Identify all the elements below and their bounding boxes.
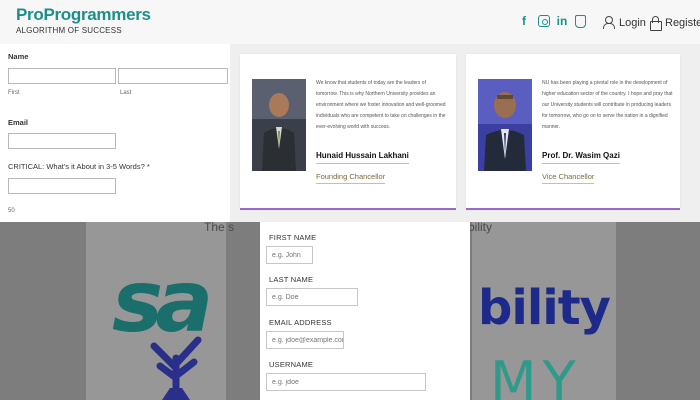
leader-quote: We know that students of today are the l… <box>316 80 446 130</box>
email-field[interactable] <box>8 133 116 149</box>
name-label: Name <box>8 52 29 61</box>
leader-quote: NU has been playing a pivotal role in th… <box>542 80 673 130</box>
leader-role: Vice Chancellor <box>542 172 595 184</box>
first-name-field[interactable] <box>8 68 116 84</box>
last-name-input[interactable] <box>266 288 358 306</box>
register-link[interactable]: Register <box>650 16 700 31</box>
lock-icon <box>650 16 662 31</box>
badge-icon[interactable] <box>575 15 586 28</box>
background-logo-right-bottom: MY <box>490 350 582 400</box>
login-link[interactable]: Login <box>602 16 646 29</box>
critical-field[interactable] <box>8 178 116 194</box>
first-sublabel: First <box>8 90 20 96</box>
leader-name: Hunaid Hussain Lakhani <box>316 151 409 164</box>
username-label: USERNAME <box>269 360 314 369</box>
critical-label: CRITICAL: What's it About in 3-5 Words? … <box>8 162 150 171</box>
background-logo-right-top: bility <box>478 280 611 336</box>
site-logo-tagline: ALGORITHM OF SUCCESS <box>16 26 122 35</box>
leader-photo <box>478 79 532 171</box>
top-bar: ProProgrammers ALGORITHM OF SUCCESS f in… <box>0 0 700 44</box>
leader-photo <box>252 79 306 171</box>
leader-name: Prof. Dr. Wasim Qazi <box>542 151 620 164</box>
user-icon <box>602 16 615 29</box>
background-faded-text-right: bility <box>468 220 493 234</box>
username-input[interactable] <box>266 373 426 391</box>
facebook-icon[interactable]: f <box>518 14 530 28</box>
contact-form-panel: Name First Last Email CRITICAL: What's i… <box>0 44 230 222</box>
linkedin-icon[interactable]: in <box>556 14 568 28</box>
last-sublabel: Last <box>120 90 132 96</box>
email-label: Email <box>8 118 29 127</box>
leader-card: We know that students of today are the l… <box>240 54 456 210</box>
last-name-field[interactable] <box>118 68 228 84</box>
email-address-label: EMAIL ADDRESS <box>269 318 332 327</box>
background-faded-text-left: The s <box>204 220 235 234</box>
tree-logo-icon <box>150 336 202 400</box>
last-name-label: LAST NAME <box>269 275 314 284</box>
registration-form: FIRST NAME LAST NAME EMAIL ADDRESS USERN… <box>260 222 470 400</box>
site-logo-title[interactable]: ProProgrammers <box>16 5 151 25</box>
leader-card: NU has been playing a pivotal role in th… <box>466 54 680 210</box>
first-name-label: FIRST NAME <box>269 233 317 242</box>
register-label: Register <box>665 16 700 29</box>
first-name-input[interactable] <box>266 246 313 264</box>
instagram-icon[interactable] <box>538 15 550 27</box>
character-counter: 50 <box>8 208 15 214</box>
login-label: Login <box>619 16 646 29</box>
leader-role: Founding Chancellor <box>316 172 386 184</box>
email-address-input[interactable] <box>266 331 344 349</box>
leadership-cards-area: We know that students of today are the l… <box>230 44 700 222</box>
